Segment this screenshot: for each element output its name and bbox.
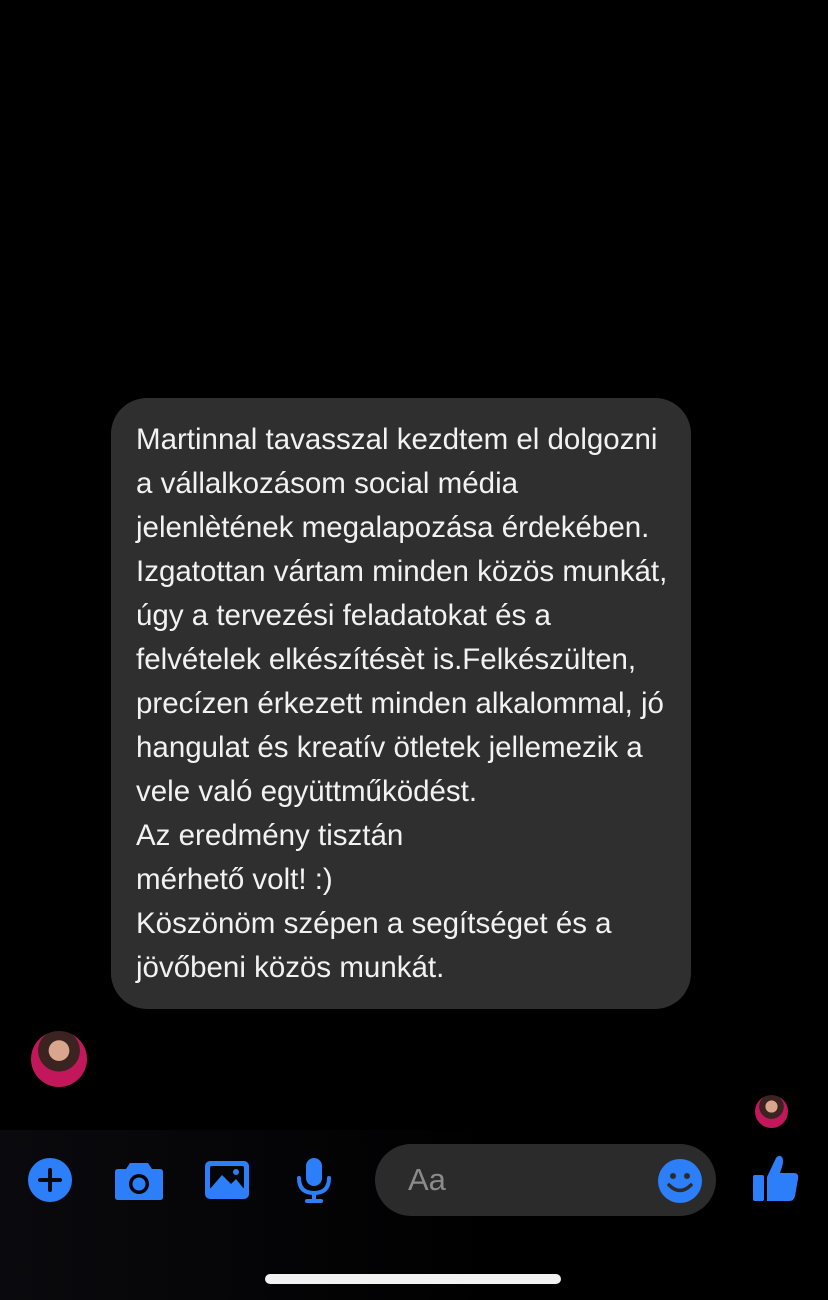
home-indicator[interactable]	[265, 1274, 561, 1284]
like-button[interactable]	[750, 1152, 802, 1204]
message-input[interactable]	[406, 1161, 640, 1199]
plus-icon	[28, 1158, 72, 1202]
microphone-icon	[297, 1158, 331, 1203]
read-receipt-avatar	[755, 1095, 788, 1128]
thumbs-up-icon	[753, 1155, 799, 1201]
voice-button[interactable]	[292, 1155, 336, 1205]
camera-button[interactable]	[112, 1157, 166, 1203]
emoji-icon	[658, 1159, 702, 1203]
camera-icon	[115, 1163, 163, 1200]
gallery-icon	[205, 1161, 249, 1199]
message-bubble[interactable]: Martinnal tavasszal kezdtem el dolgozni …	[111, 398, 691, 1009]
conversation-area: Martinnal tavasszal kezdtem el dolgozni …	[0, 0, 828, 1128]
add-button[interactable]	[26, 1156, 74, 1204]
gallery-button[interactable]	[202, 1158, 252, 1202]
emoji-button[interactable]	[656, 1157, 704, 1205]
sender-avatar[interactable]	[31, 1031, 87, 1087]
